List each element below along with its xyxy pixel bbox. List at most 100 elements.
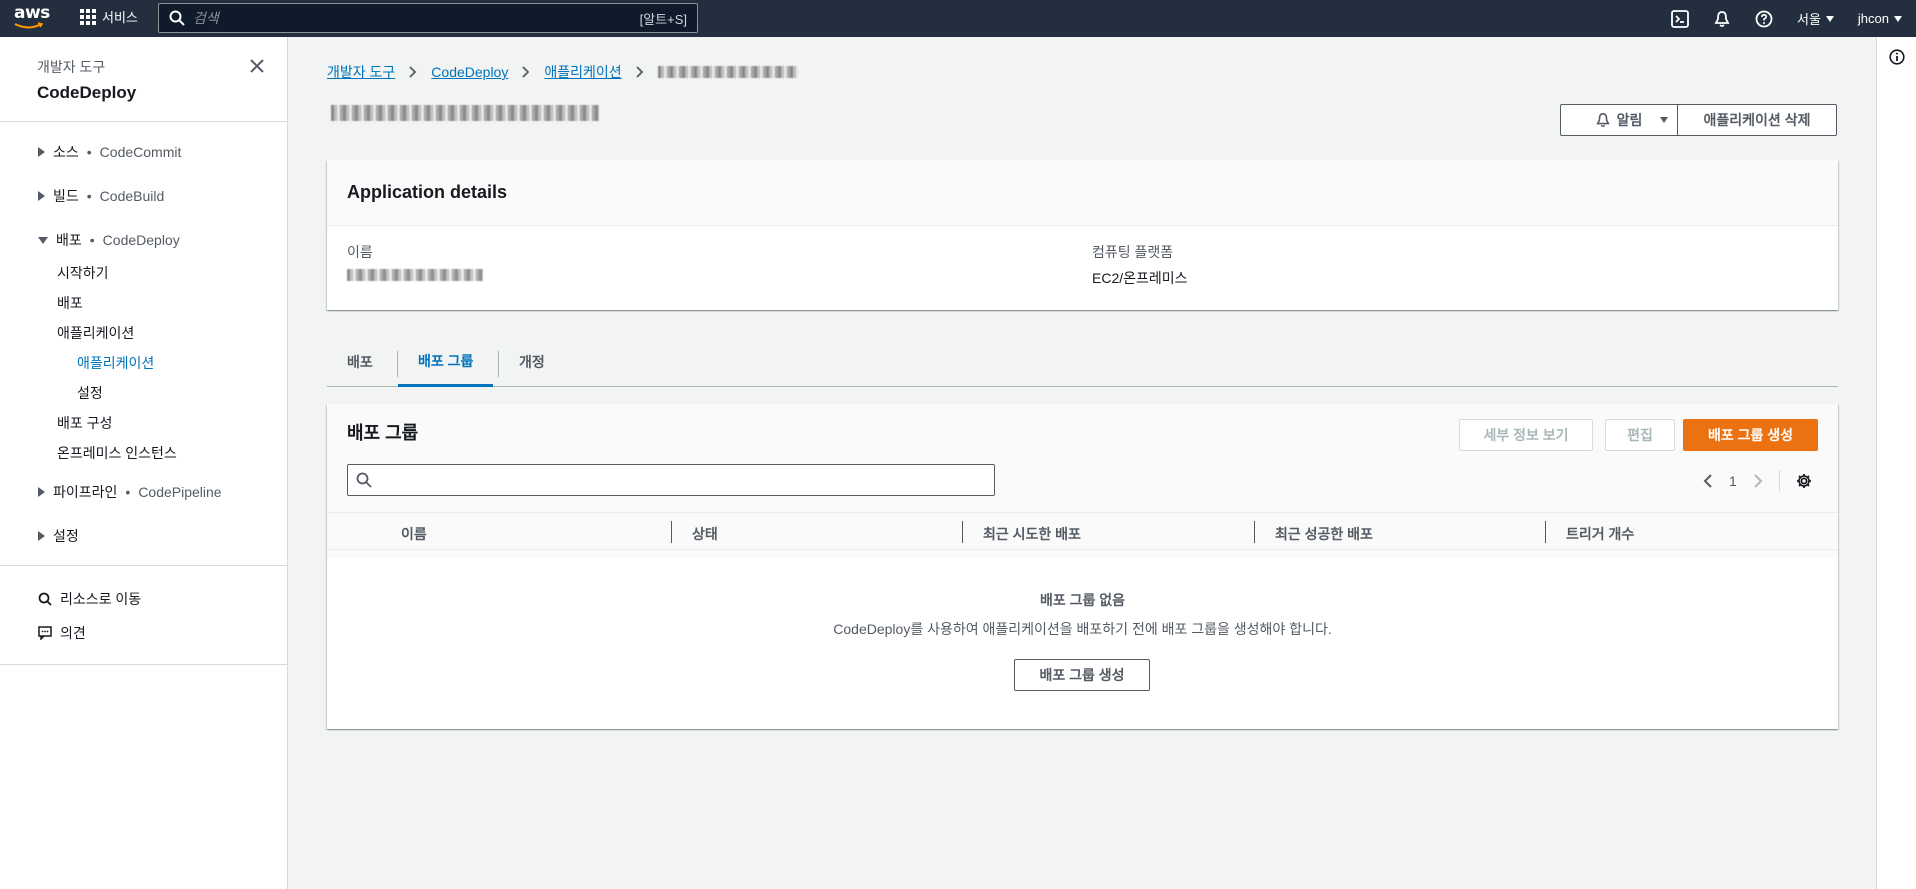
- breadcrumb-developer-tools[interactable]: 개발자 도구: [327, 62, 395, 82]
- empty-state-title: 배포 그룹 없음: [1039, 592, 1126, 608]
- breadcrumb-applications[interactable]: 애플리케이션: [544, 62, 621, 82]
- chevron-right-icon: [409, 66, 417, 78]
- info-icon[interactable]: [1889, 49, 1905, 65]
- help-panel-rail: [1876, 37, 1916, 889]
- chevron-right-icon[interactable]: [1753, 473, 1763, 489]
- aws-logo[interactable]: aws: [14, 3, 50, 32]
- sidenav-section-deploy[interactable]: 배포 • CodeDeploy: [38, 230, 180, 250]
- caret-right-icon: [38, 487, 45, 497]
- breadcrumb-current-redacted: [657, 66, 798, 78]
- sidenav-go-to-resource[interactable]: 리소스로 이동: [38, 589, 141, 609]
- delete-application-label: 애플리케이션 삭제: [1703, 112, 1811, 128]
- sidenav-item-app-settings[interactable]: 설정: [77, 383, 103, 403]
- filter-input[interactable]: [347, 464, 995, 496]
- sidenav-section-label: 소스: [53, 144, 79, 160]
- bullet: •: [89, 232, 95, 248]
- chevron-right-icon: [636, 66, 643, 78]
- account-name: jhcon: [1857, 11, 1889, 26]
- search-icon: [169, 10, 185, 26]
- notify-button-label: 알림: [1616, 112, 1643, 128]
- create-deployment-group-button[interactable]: 배포 그룹 생성: [1683, 419, 1818, 451]
- empty-create-deployment-group-button[interactable]: 배포 그룹 생성: [1014, 659, 1150, 691]
- go-to-resource-label: 리소스로 이동: [60, 591, 142, 607]
- notify-caret-icon: [1660, 117, 1669, 123]
- tabs: 배포 배포 그룹 개정: [327, 337, 1838, 387]
- column-status[interactable]: 상태: [692, 524, 718, 544]
- column-trigger-count[interactable]: 트리거 개수: [1566, 524, 1634, 544]
- global-search-input[interactable]: 검색 [알트+S]: [158, 3, 698, 33]
- side-navigation: 개발자 도구 CodeDeploy 소스 • CodeCommit 빌드 • CodeB…: [0, 37, 288, 889]
- pagination: 1: [1703, 470, 1812, 492]
- sidenav-item-applications[interactable]: 애플리케이션: [57, 323, 134, 343]
- search-icon: [356, 472, 372, 488]
- column-name[interactable]: 이름: [401, 524, 427, 544]
- region-selector[interactable]: 서울: [1797, 9, 1834, 28]
- gear-icon[interactable]: [1796, 473, 1812, 489]
- sidenav-section-service: CodePipeline: [138, 484, 222, 500]
- close-icon[interactable]: [248, 57, 266, 75]
- services-label: 서비스: [102, 10, 138, 25]
- column-resizer[interactable]: [671, 521, 672, 543]
- view-details-label: 세부 정보 보기: [1483, 427, 1569, 443]
- region-label: 서울: [1797, 12, 1821, 27]
- empty-create-label: 배포 그룹 생성: [1039, 667, 1125, 683]
- services-menu-button[interactable]: 서비스: [80, 7, 138, 26]
- column-last-succeeded[interactable]: 최근 성공한 배포: [1275, 524, 1373, 544]
- column-resizer[interactable]: [1545, 521, 1546, 543]
- detail-name: 이름: [347, 242, 483, 284]
- deployment-groups-table: 배포 그룹 세부 정보 보기 편집 배포 그룹 생성 1 이름 상태 최근 시도…: [327, 404, 1838, 729]
- search-placeholder: 검색: [193, 10, 219, 26]
- view-details-button[interactable]: 세부 정보 보기: [1459, 419, 1593, 451]
- breadcrumb-codedeploy[interactable]: CodeDeploy: [431, 64, 508, 80]
- search-icon: [38, 592, 52, 606]
- detail-platform-label: 컴퓨팅 플랫폼: [1092, 244, 1174, 260]
- sidenav-feedback[interactable]: 의견: [38, 623, 86, 643]
- column-last-attempted[interactable]: 최근 시도한 배포: [983, 524, 1081, 544]
- column-resizer[interactable]: [962, 521, 963, 543]
- sidenav-item-deployments[interactable]: 배포: [57, 293, 83, 313]
- feedback-label: 의견: [60, 625, 86, 641]
- delete-application-button[interactable]: 애플리케이션 삭제: [1677, 104, 1837, 136]
- sidenav-item-onprem-instances[interactable]: 온프레미스 인스턴스: [57, 443, 177, 463]
- sidenav-section-build[interactable]: 빌드 • CodeBuild: [38, 186, 164, 206]
- sidenav-section-source[interactable]: 소스 • CodeCommit: [38, 142, 181, 162]
- top-navigation-bar: aws 서비스 검색 [알트+S] 서울 jhcon: [0, 0, 1916, 37]
- pager-divider: [1778, 470, 1780, 492]
- sidenav-section-service: CodeDeploy: [102, 232, 180, 248]
- empty-state-description: CodeDeploy를 사용하여 애플리케이션을 배포하기 전에 배포 그룹을 …: [833, 621, 1332, 637]
- tab-revisions[interactable]: 개정: [499, 337, 565, 387]
- breadcrumb: 개발자 도구 CodeDeploy 애플리케이션: [327, 62, 798, 82]
- search-shortcut: [알트+S]: [639, 11, 687, 27]
- sidenav-divider: [0, 565, 287, 566]
- sidenav-section-label: 배포: [56, 232, 82, 248]
- tab-deployment-groups[interactable]: 배포 그룹: [398, 337, 494, 387]
- sidenav-section-settings[interactable]: 설정: [38, 526, 79, 546]
- detail-platform-value: EC2/온프레미스: [1092, 270, 1188, 286]
- cloudshell-icon[interactable]: [1671, 9, 1689, 28]
- services-grid-icon: [80, 8, 96, 25]
- sidenav-divider: [0, 121, 287, 122]
- help-icon[interactable]: [1755, 10, 1773, 28]
- deployment-groups-title: 배포 그룹: [347, 423, 419, 443]
- sidenav-item-applications-list[interactable]: 애플리케이션: [77, 353, 154, 373]
- detail-name-value-redacted: [347, 269, 483, 281]
- column-resizer[interactable]: [1254, 521, 1255, 543]
- sidenav-item-deployment-configs[interactable]: 배포 구성: [57, 413, 112, 433]
- aws-smile-icon: [14, 22, 44, 29]
- edit-button[interactable]: 편집: [1605, 419, 1675, 451]
- edit-label: 편집: [1627, 427, 1653, 443]
- page-title-redacted: [331, 105, 599, 121]
- sidenav-item-getting-started[interactable]: 시작하기: [57, 263, 109, 283]
- application-details-card: Application details 이름 컴퓨팅 플랫폼 EC2/온프레미스: [327, 160, 1838, 310]
- caret-down-icon: [38, 236, 48, 244]
- chevron-left-icon[interactable]: [1703, 473, 1713, 489]
- tab-deployments[interactable]: 배포: [327, 337, 393, 387]
- page-number[interactable]: 1: [1729, 473, 1737, 489]
- aws-logo-text: aws: [14, 3, 50, 23]
- sidenav-title[interactable]: CodeDeploy: [37, 83, 287, 103]
- notifications-bell-icon[interactable]: [1713, 10, 1731, 28]
- account-menu[interactable]: jhcon: [1858, 11, 1902, 26]
- sidenav-section-pipeline[interactable]: 파이프라인 • CodePipeline: [38, 482, 222, 502]
- sidenav-divider: [0, 664, 287, 665]
- bullet: •: [86, 144, 92, 160]
